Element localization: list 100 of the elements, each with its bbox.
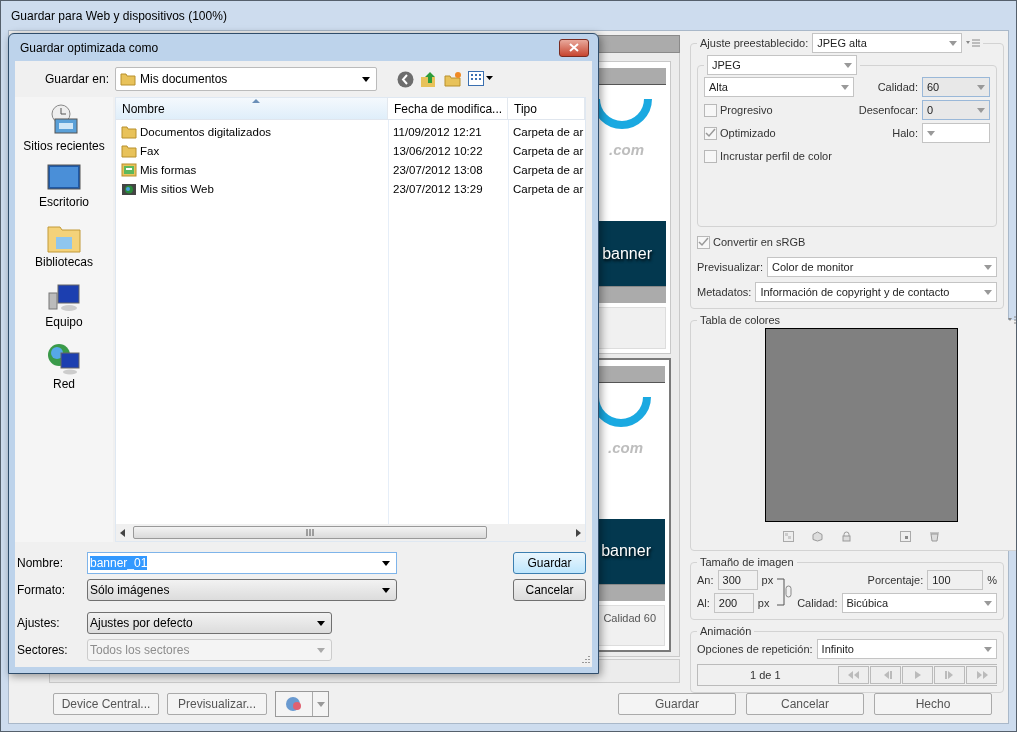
caret-icon: [844, 62, 852, 68]
format-select[interactable]: JPEG: [707, 55, 857, 75]
check-icon: [705, 128, 716, 138]
height-label: Al:: [697, 597, 710, 609]
percent-field[interactable]: 100: [927, 570, 984, 590]
location-label: Guardar en:: [43, 72, 109, 86]
checkbox-option[interactable]: Incrustar perfil de color: [704, 146, 854, 166]
frame-counter: 1 de 1: [750, 669, 781, 681]
file-name-cell[interactable]: Documentos digitalizados: [116, 122, 388, 141]
globe-help-icon: [285, 695, 303, 713]
footer-button[interactable]: Hecho: [874, 693, 992, 715]
place-link[interactable]: Equipo: [45, 315, 83, 329]
caret-icon: [841, 84, 849, 90]
dropdown-select[interactable]: Ajustes por defecto: [87, 612, 332, 634]
resample-select[interactable]: Bicúbica: [841, 593, 997, 613]
footer-button[interactable]: Cancelar: [746, 693, 864, 715]
image-size-title: Tamaño de imagen: [700, 556, 794, 568]
file-name-cell[interactable]: Mis formas: [116, 160, 388, 179]
browser-preview-button[interactable]: [275, 691, 329, 717]
loop-label: Opciones de repetición:: [697, 643, 813, 655]
caret-icon: [317, 620, 325, 626]
trash-icon[interactable]: [928, 531, 940, 542]
previous-frame-button[interactable]: [870, 666, 901, 684]
animation-title: Animación: [700, 625, 752, 637]
percent-label: Porcentaje:: [867, 574, 924, 586]
form-label: Nombre:: [17, 556, 64, 570]
footer-button[interactable]: Guardar: [618, 693, 736, 715]
width-unit: px: [761, 574, 774, 586]
checkbox[interactable]: [704, 103, 717, 117]
metadata-select[interactable]: Información de copyright y de contacto: [755, 282, 997, 302]
width-field[interactable]: 300: [717, 570, 758, 590]
preset-select[interactable]: JPEG alta: [812, 33, 963, 53]
dropdown-select[interactable]: Sólo imágenes: [87, 579, 397, 601]
place-link[interactable]: Bibliotecas: [35, 255, 93, 269]
close-button[interactable]: [559, 38, 589, 57]
metadata-label: Metadatos:: [697, 286, 752, 298]
date-cell-text: 23/07/2012 13:08: [392, 162, 484, 178]
up-folder-icon[interactable]: [420, 70, 438, 88]
height-field[interactable]: 200: [713, 593, 754, 613]
checkbox[interactable]: [704, 126, 717, 140]
new-folder-icon[interactable]: [444, 70, 462, 88]
percent-unit: %: [987, 574, 997, 586]
dialog-button[interactable]: Guardar: [513, 552, 586, 574]
sort-caret-icon: [251, 99, 260, 103]
horizontal-scrollbar[interactable]: [116, 524, 585, 541]
caret-icon: [984, 600, 992, 606]
caret-icon: [977, 107, 985, 113]
field-label: Halo:: [892, 127, 918, 139]
folder-icon: [120, 71, 136, 87]
caret-icon: [382, 587, 390, 593]
location-select[interactable]: Mis documentos: [115, 67, 377, 91]
banner-text: banner: [601, 542, 651, 560]
transparency-icon[interactable]: [782, 531, 794, 542]
scroll-right-icon[interactable]: [576, 528, 581, 537]
resize-grip-icon[interactable]: [580, 655, 590, 665]
new-swatch-icon[interactable]: [899, 531, 911, 542]
back-icon[interactable]: [397, 70, 414, 88]
checkbox-option[interactable]: Convertir en sRGB: [697, 232, 997, 252]
caret-icon: [382, 560, 390, 566]
field-label: Calidad:: [877, 81, 918, 93]
place-link[interactable]: Sitios recientes: [23, 139, 105, 153]
height-unit: px: [757, 597, 770, 609]
file-name-cell[interactable]: Mis sitios Web: [116, 179, 388, 198]
loop-select[interactable]: Infinito: [816, 639, 997, 659]
close-icon: [569, 43, 579, 52]
combo-field[interactable]: 60: [922, 77, 990, 97]
checkbox[interactable]: [697, 235, 710, 249]
column-header[interactable]: Nombre: [116, 98, 388, 119]
date-cell-text: 13/06/2012 10:22: [392, 143, 484, 159]
combo-field[interactable]: [922, 123, 990, 143]
dialog-button[interactable]: Cancelar: [513, 579, 586, 601]
cube-icon[interactable]: [811, 531, 823, 542]
caret-icon: [977, 84, 985, 90]
logo-text: .com: [608, 438, 643, 456]
resample-label: Calidad:: [797, 597, 838, 609]
first-frame-button[interactable]: [838, 666, 869, 684]
place-link[interactable]: Escritorio: [39, 195, 89, 209]
preview-select[interactable]: Color de monitor: [767, 257, 997, 277]
checkbox-option[interactable]: Optimizado: [704, 123, 854, 143]
place-link[interactable]: Red: [53, 377, 75, 391]
footer-button[interactable]: Previsualizar...: [167, 693, 267, 715]
play-button[interactable]: [902, 666, 933, 684]
view-menu-icon[interactable]: [468, 71, 494, 87]
preset-label: Ajuste preestablecido:: [700, 37, 809, 49]
scroll-left-icon[interactable]: [120, 528, 125, 537]
folder-icon: [121, 123, 137, 140]
playback-icon: [846, 671, 861, 679]
form-folder-icon: [121, 161, 137, 178]
desktop-icon: [47, 163, 81, 193]
combo-field[interactable]: 0: [922, 100, 990, 120]
file-name-cell[interactable]: Fax: [116, 141, 388, 160]
checkbox-option[interactable]: Progresivo: [704, 100, 854, 120]
lock-icon[interactable]: [840, 531, 852, 542]
next-frame-button[interactable]: [934, 666, 965, 684]
quality-preset-select[interactable]: Alta: [704, 77, 854, 97]
checkbox[interactable]: [704, 149, 717, 163]
form-label: Ajustes:: [17, 616, 61, 630]
caret-icon: [984, 289, 992, 295]
footer-button[interactable]: Device Central...: [53, 693, 159, 715]
last-frame-button[interactable]: [966, 666, 997, 684]
